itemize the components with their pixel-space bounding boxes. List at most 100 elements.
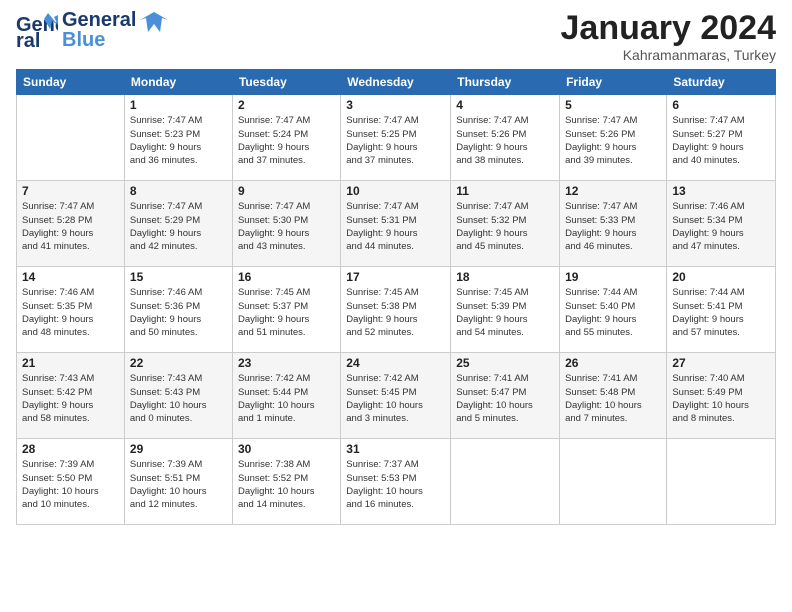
table-row: 30 Sunrise: 7:38 AM Sunset: 5:52 PM Dayli…	[232, 439, 340, 525]
table-row: 11 Sunrise: 7:47 AM Sunset: 5:32 PM Dayli…	[451, 181, 560, 267]
table-row: 9Sunrise: 7:47 AM Sunset: 5:30 PM Daylig…	[232, 181, 340, 267]
day-number: 28	[22, 442, 119, 456]
table-row	[17, 95, 125, 181]
day-info: Sunrise: 7:47 AM Sunset: 5:30 PM Dayligh…	[238, 200, 335, 253]
day-info: Sunrise: 7:47 AM Sunset: 5:29 PM Dayligh…	[130, 200, 227, 253]
day-number: 13	[672, 184, 770, 198]
table-row	[667, 439, 776, 525]
day-info: Sunrise: 7:47 AM Sunset: 5:23 PM Dayligh…	[130, 114, 227, 167]
day-info: Sunrise: 7:38 AM Sunset: 5:52 PM Dayligh…	[238, 458, 335, 511]
table-row: 2 Sunrise: 7:47 AM Sunset: 5:24 PM Daylig…	[232, 95, 340, 181]
table-row: 22 Sunrise: 7:43 AM Sunset: 5:43 PM Dayli…	[124, 353, 232, 439]
day-info: Sunrise: 7:42 AM Sunset: 5:45 PM Dayligh…	[346, 372, 445, 425]
day-number: 11	[456, 184, 554, 198]
day-number: 20	[672, 270, 770, 284]
col-saturday: Saturday	[667, 70, 776, 95]
col-sunday: Sunday	[17, 70, 125, 95]
day-number: 30	[238, 442, 335, 456]
day-info: Sunrise: 7:47 AM Sunset: 5:24 PM Dayligh…	[238, 114, 335, 167]
col-monday: Monday	[124, 70, 232, 95]
table-row: 14Sunrise: 7:46 AM Sunset: 5:35 PM Dayli…	[17, 267, 125, 353]
logo: Gene ral General Blue	[16, 10, 168, 50]
table-row: 13 Sunrise: 7:46 AM Sunset: 5:34 PM Dayli…	[667, 181, 776, 267]
table-row: 1Sunrise: 7:47 AM Sunset: 5:23 PM Daylig…	[124, 95, 232, 181]
calendar-week-row: 28 Sunrise: 7:39 AM Sunset: 5:50 PM Dayli…	[17, 439, 776, 525]
day-info: Sunrise: 7:47 AM Sunset: 5:26 PM Dayligh…	[565, 114, 661, 167]
day-number: 25	[456, 356, 554, 370]
table-row: 20 Sunrise: 7:44 AM Sunset: 5:41 PM Dayli…	[667, 267, 776, 353]
table-row: 3 Sunrise: 7:47 AM Sunset: 5:25 PM Daylig…	[341, 95, 451, 181]
day-number: 29	[130, 442, 227, 456]
table-row: 28 Sunrise: 7:39 AM Sunset: 5:50 PM Dayli…	[17, 439, 125, 525]
day-number: 12	[565, 184, 661, 198]
day-info: Sunrise: 7:45 AM Sunset: 5:39 PM Dayligh…	[456, 286, 554, 339]
page: Gene ral General Blue Januar	[0, 0, 792, 612]
day-info: Sunrise: 7:47 AM Sunset: 5:33 PM Dayligh…	[565, 200, 661, 253]
table-row	[451, 439, 560, 525]
day-info: Sunrise: 7:46 AM Sunset: 5:36 PM Dayligh…	[130, 286, 227, 339]
title-block: January 2024 Kahramanmaras, Turkey	[561, 10, 777, 63]
table-row: 27Sunrise: 7:40 AM Sunset: 5:49 PM Dayli…	[667, 353, 776, 439]
table-row: 8Sunrise: 7:47 AM Sunset: 5:29 PM Daylig…	[124, 181, 232, 267]
day-number: 14	[22, 270, 119, 284]
col-tuesday: Tuesday	[232, 70, 340, 95]
table-row: 16Sunrise: 7:45 AM Sunset: 5:37 PM Dayli…	[232, 267, 340, 353]
day-number: 3	[346, 98, 445, 112]
table-row: 6 Sunrise: 7:47 AM Sunset: 5:27 PM Daylig…	[667, 95, 776, 181]
day-info: Sunrise: 7:43 AM Sunset: 5:43 PM Dayligh…	[130, 372, 227, 425]
weekday-header-row: Sunday Monday Tuesday Wednesday Thursday…	[17, 70, 776, 95]
table-row: 7Sunrise: 7:47 AM Sunset: 5:28 PM Daylig…	[17, 181, 125, 267]
day-info: Sunrise: 7:46 AM Sunset: 5:34 PM Dayligh…	[672, 200, 770, 253]
day-info: Sunrise: 7:41 AM Sunset: 5:48 PM Dayligh…	[565, 372, 661, 425]
table-row: 5 Sunrise: 7:47 AM Sunset: 5:26 PM Daylig…	[560, 95, 667, 181]
day-number: 24	[346, 356, 445, 370]
day-number: 5	[565, 98, 661, 112]
table-row: 23 Sunrise: 7:42 AM Sunset: 5:44 PM Dayli…	[232, 353, 340, 439]
day-info: Sunrise: 7:37 AM Sunset: 5:53 PM Dayligh…	[346, 458, 445, 511]
calendar-week-row: 7Sunrise: 7:47 AM Sunset: 5:28 PM Daylig…	[17, 181, 776, 267]
table-row: 18Sunrise: 7:45 AM Sunset: 5:39 PM Dayli…	[451, 267, 560, 353]
day-info: Sunrise: 7:43 AM Sunset: 5:42 PM Dayligh…	[22, 372, 119, 425]
calendar-week-row: 21 Sunrise: 7:43 AM Sunset: 5:42 PM Dayli…	[17, 353, 776, 439]
col-wednesday: Wednesday	[341, 70, 451, 95]
svg-text:ral: ral	[16, 30, 40, 49]
table-row: 17Sunrise: 7:45 AM Sunset: 5:38 PM Dayli…	[341, 267, 451, 353]
calendar-week-row: 1Sunrise: 7:47 AM Sunset: 5:23 PM Daylig…	[17, 95, 776, 181]
table-row: 10 Sunrise: 7:47 AM Sunset: 5:31 PM Dayli…	[341, 181, 451, 267]
day-info: Sunrise: 7:45 AM Sunset: 5:37 PM Dayligh…	[238, 286, 335, 339]
day-number: 15	[130, 270, 227, 284]
table-row: 12 Sunrise: 7:47 AM Sunset: 5:33 PM Dayli…	[560, 181, 667, 267]
day-number: 31	[346, 442, 445, 456]
day-info: Sunrise: 7:39 AM Sunset: 5:50 PM Dayligh…	[22, 458, 119, 511]
day-info: Sunrise: 7:47 AM Sunset: 5:31 PM Dayligh…	[346, 200, 445, 253]
day-info: Sunrise: 7:47 AM Sunset: 5:26 PM Dayligh…	[456, 114, 554, 167]
day-info: Sunrise: 7:47 AM Sunset: 5:28 PM Dayligh…	[22, 200, 119, 253]
calendar-table: Sunday Monday Tuesday Wednesday Thursday…	[16, 69, 776, 525]
day-number: 22	[130, 356, 227, 370]
day-info: Sunrise: 7:45 AM Sunset: 5:38 PM Dayligh…	[346, 286, 445, 339]
calendar-week-row: 14Sunrise: 7:46 AM Sunset: 5:35 PM Dayli…	[17, 267, 776, 353]
day-info: Sunrise: 7:42 AM Sunset: 5:44 PM Dayligh…	[238, 372, 335, 425]
day-number: 21	[22, 356, 119, 370]
day-info: Sunrise: 7:47 AM Sunset: 5:25 PM Dayligh…	[346, 114, 445, 167]
table-row: 31 Sunrise: 7:37 AM Sunset: 5:53 PM Dayli…	[341, 439, 451, 525]
calendar-title: January 2024	[561, 10, 777, 47]
table-row: 26 Sunrise: 7:41 AM Sunset: 5:48 PM Dayli…	[560, 353, 667, 439]
day-number: 23	[238, 356, 335, 370]
day-info: Sunrise: 7:41 AM Sunset: 5:47 PM Dayligh…	[456, 372, 554, 425]
day-info: Sunrise: 7:44 AM Sunset: 5:41 PM Dayligh…	[672, 286, 770, 339]
day-number: 27	[672, 356, 770, 370]
table-row: 15 Sunrise: 7:46 AM Sunset: 5:36 PM Dayli…	[124, 267, 232, 353]
day-number: 4	[456, 98, 554, 112]
col-friday: Friday	[560, 70, 667, 95]
table-row: 25 Sunrise: 7:41 AM Sunset: 5:47 PM Dayli…	[451, 353, 560, 439]
day-number: 6	[672, 98, 770, 112]
day-info: Sunrise: 7:47 AM Sunset: 5:27 PM Dayligh…	[672, 114, 770, 167]
day-number: 10	[346, 184, 445, 198]
day-number: 26	[565, 356, 661, 370]
table-row	[560, 439, 667, 525]
table-row: 29Sunrise: 7:39 AM Sunset: 5:51 PM Dayli…	[124, 439, 232, 525]
table-row: 19Sunrise: 7:44 AM Sunset: 5:40 PM Dayli…	[560, 267, 667, 353]
day-info: Sunrise: 7:47 AM Sunset: 5:32 PM Dayligh…	[456, 200, 554, 253]
day-number: 2	[238, 98, 335, 112]
